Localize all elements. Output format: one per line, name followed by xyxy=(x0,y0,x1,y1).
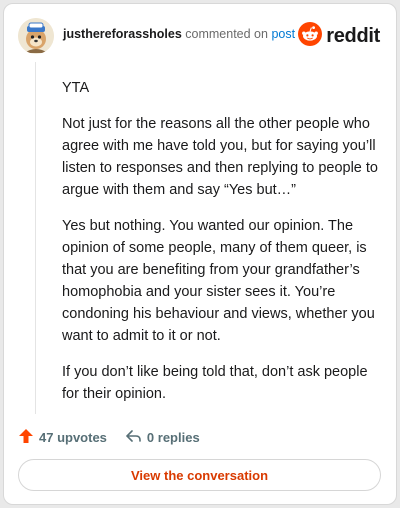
comment-actions: 47 upvotes 0 replies xyxy=(18,427,218,447)
comment-paragraph: Yes but nothing. You wanted our opinion.… xyxy=(62,218,375,344)
comment-paragraph: YTA xyxy=(62,80,90,96)
comment-card: justhereforassholes commented on post re xyxy=(3,3,397,505)
comment-header: justhereforassholes commented on post re xyxy=(18,18,384,54)
comment-body: YTA Not just for the reasons all the oth… xyxy=(62,77,378,419)
view-conversation-button[interactable]: View the conversation xyxy=(18,459,381,491)
reddit-brand[interactable]: reddit xyxy=(298,21,380,51)
username-link[interactable]: justhereforassholes xyxy=(63,27,182,41)
byline-action-text: commented on xyxy=(185,27,268,41)
upvote-count: 47 upvotes xyxy=(39,429,107,445)
comment-byline: justhereforassholes commented on post xyxy=(63,27,295,41)
replies-button[interactable]: 0 replies xyxy=(125,428,200,447)
upvote-button[interactable]: 47 upvotes xyxy=(18,428,107,447)
comment-paragraph: Not just for the reasons all the other p… xyxy=(62,116,378,198)
comment-paragraph: If you don’t like being told that, don’t… xyxy=(62,364,368,402)
reply-icon xyxy=(125,428,147,447)
reddit-wordmark: reddit xyxy=(326,24,380,47)
upvote-arrow-icon xyxy=(18,428,39,447)
reply-count: 0 replies xyxy=(146,429,200,445)
thread-line xyxy=(35,62,36,414)
post-link[interactable]: post xyxy=(271,27,295,41)
avatar-icon[interactable] xyxy=(18,18,54,54)
reddit-logo-icon xyxy=(298,21,323,51)
